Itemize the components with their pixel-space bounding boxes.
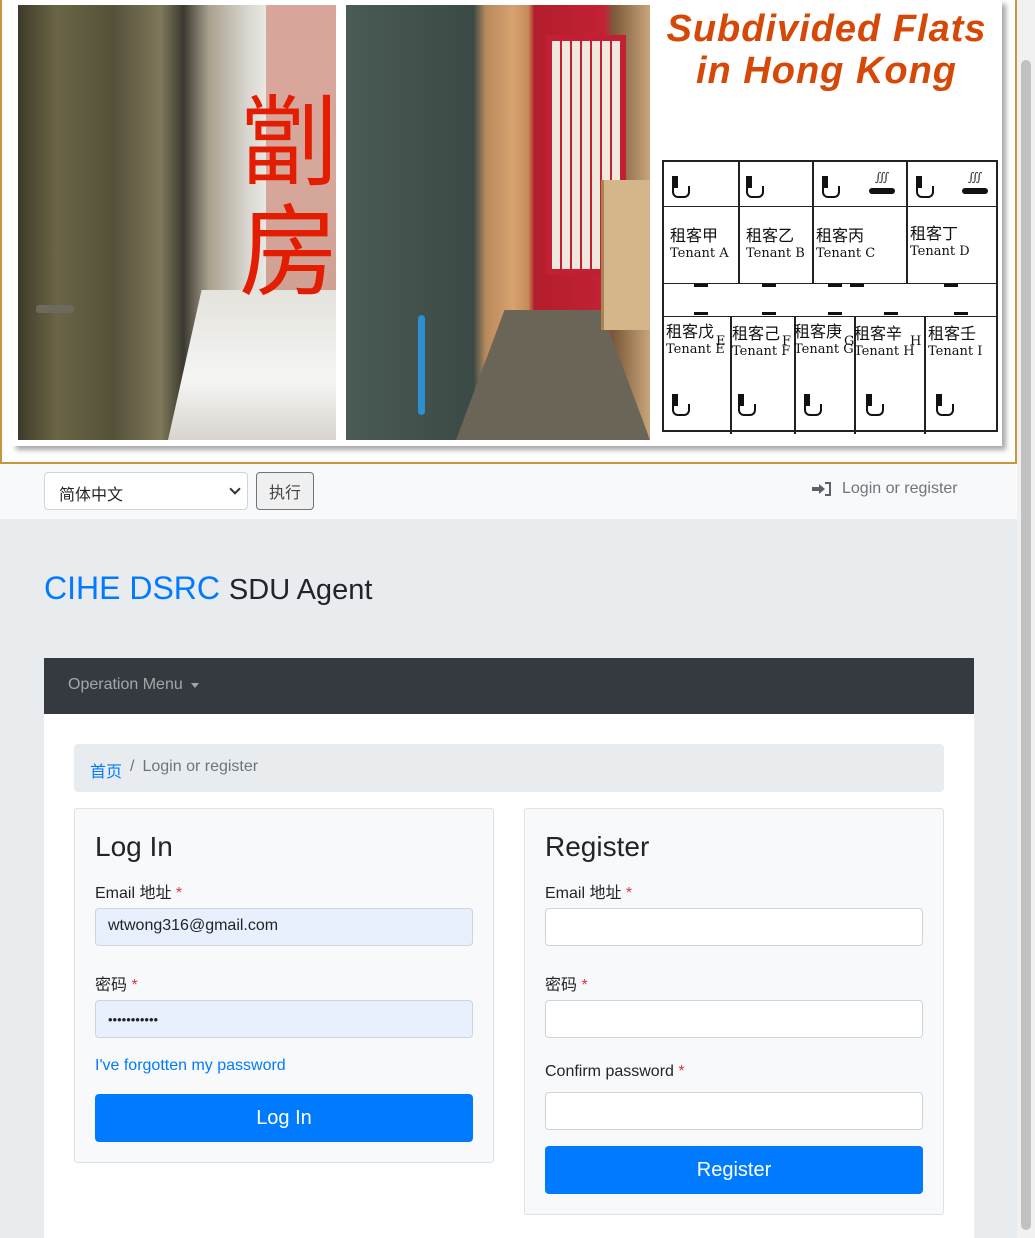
caret-down-icon: [190, 682, 199, 688]
banner-image: 劏 房 Subdivided Flats in Hong Kong ∭ ∭ 租客…: [12, 0, 1002, 446]
breadcrumb: 首页 / Login or register: [74, 744, 944, 792]
door-mark: G: [844, 334, 855, 349]
door-mark: F: [782, 334, 792, 349]
language-select[interactable]: 简体中文: [44, 472, 248, 510]
toilet-icon: [744, 176, 764, 198]
door-mark: H: [910, 334, 922, 349]
toilet-icon: [802, 394, 822, 416]
toilet-icon: [820, 176, 840, 198]
toilet-icon: [914, 176, 934, 198]
register-email-input[interactable]: [545, 908, 923, 946]
operation-navbar: Operation Menu: [44, 658, 974, 714]
doorway-photo: [346, 5, 650, 440]
forgot-password-link[interactable]: I've forgotten my password: [95, 1057, 286, 1075]
page-scrollbar[interactable]: [1017, 0, 1035, 1238]
toilet-icon: [670, 176, 690, 198]
door-mark: E: [716, 334, 726, 349]
register-password-input[interactable]: [545, 1000, 923, 1038]
confirm-password-input[interactable]: [545, 1092, 923, 1130]
tenant-label: 租客丙 Tenant C: [816, 226, 876, 261]
tenant-label: 租客丁 Tenant D: [910, 224, 970, 259]
login-register-link[interactable]: Login or register: [812, 480, 958, 498]
register-password-label: 密码 *: [545, 977, 588, 994]
register-panel: Register Email 地址 * 密码 * Confirm passwor…: [524, 808, 944, 1215]
stove-icon: [962, 170, 990, 198]
sign-in-icon: [812, 481, 832, 497]
tenant-label: 租客壬 Tenant I: [928, 324, 983, 359]
toilet-icon: [736, 394, 756, 416]
stove-icon: [869, 170, 897, 198]
banner-chinese-title: 劏 房: [239, 84, 339, 311]
tenant-label: 租客乙 Tenant B: [746, 226, 805, 261]
breadcrumb-home-link[interactable]: 首页: [90, 758, 122, 781]
toilet-icon: [670, 394, 690, 416]
toilet-icon: [934, 394, 954, 416]
login-password-input[interactable]: •••••••••••: [95, 1000, 473, 1038]
login-heading: Log In: [95, 831, 173, 862]
login-panel: Log In Email 地址 * wtwong316@gmail.com 密码…: [74, 808, 494, 1163]
toilet-icon: [864, 394, 884, 416]
banner-title: Subdivided Flats in Hong Kong: [666, 8, 987, 92]
tenant-label: 租客甲 Tenant A: [670, 226, 729, 261]
site-brand[interactable]: CIHE DSRC SDU Agent: [44, 570, 372, 607]
operation-menu-dropdown[interactable]: Operation Menu: [68, 676, 199, 694]
breadcrumb-current: Login or register: [142, 758, 259, 775]
brand-name: CIHE DSRC: [44, 570, 221, 606]
main-card: Operation Menu 首页 / Login or register Lo…: [44, 658, 974, 1238]
confirm-password-label: Confirm password *: [545, 1063, 685, 1080]
floor-plan: 租客甲Tenant A 租客乙Tenant B 租客丙Tenant C 租客丁T…: [662, 160, 998, 434]
scrollbar-thumb[interactable]: [1021, 60, 1031, 1230]
top-navbar: 简体中文 执行 Login or register: [0, 464, 1017, 519]
chevron-down-icon: [229, 483, 241, 495]
login-email-label: Email 地址 *: [95, 885, 183, 902]
banner: 劏 房 Subdivided Flats in Hong Kong ∭ ∭ 租客…: [0, 0, 1017, 464]
register-email-label: Email 地址 *: [545, 885, 633, 902]
tenant-label: 租客辛 Tenant H: [854, 324, 915, 359]
breadcrumb-separator: /: [130, 758, 135, 775]
register-heading: Register: [545, 831, 650, 862]
login-email-input[interactable]: wtwong316@gmail.com: [95, 908, 473, 946]
execute-button[interactable]: 执行: [256, 472, 314, 510]
brand-subtitle: SDU Agent: [228, 574, 373, 606]
register-button[interactable]: Register: [545, 1146, 923, 1194]
login-password-label: 密码 *: [95, 977, 138, 994]
login-button[interactable]: Log In: [95, 1094, 473, 1142]
